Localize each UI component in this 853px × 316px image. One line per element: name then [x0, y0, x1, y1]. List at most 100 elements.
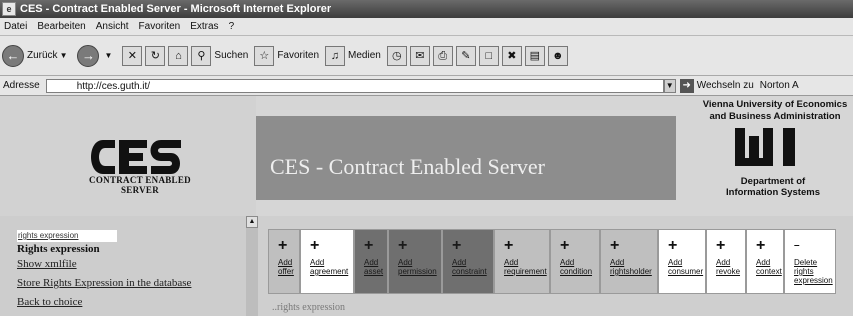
- forward-dropdown-icon[interactable]: ▼: [104, 51, 112, 60]
- forward-button[interactable]: → ▼: [77, 44, 116, 67]
- menu-view[interactable]: Ansicht: [96, 18, 129, 35]
- edit-icon[interactable]: ✎: [455, 45, 476, 66]
- forward-arrow-icon: →: [77, 44, 100, 67]
- ie-app-icon: e: [2, 2, 16, 16]
- plus-icon: +: [610, 237, 620, 254]
- add-offer-button[interactable]: + Add offer: [268, 229, 300, 294]
- back-arrow-icon: ←: [2, 44, 24, 67]
- menu-help[interactable]: ?: [229, 18, 235, 35]
- window-title: CES - Contract Enabled Server - Microsof…: [20, 3, 332, 15]
- logo-line1: CONTRACT ENABLED: [89, 175, 191, 185]
- logo-line2: SERVER: [121, 185, 159, 195]
- minus-icon: –: [794, 240, 800, 251]
- show-xmlfile-link[interactable]: Show xmlfile: [17, 258, 77, 270]
- action-label: Add: [310, 258, 325, 267]
- search-button[interactable]: ⚲ Suchen: [191, 45, 248, 66]
- menu-favorites[interactable]: Favoriten: [139, 18, 181, 35]
- media-label: Medien: [348, 50, 381, 61]
- action-label: Delete: [794, 258, 818, 267]
- plus-icon: +: [452, 237, 462, 254]
- go-arrow-icon[interactable]: ➜: [679, 78, 694, 93]
- menu-file[interactable]: Datei: [4, 18, 27, 35]
- add-context-button[interactable]: + Add context: [746, 229, 784, 294]
- action-label: Add: [610, 258, 625, 267]
- add-constraint-button[interactable]: + Add constraint: [442, 229, 494, 294]
- action-label: Add: [278, 258, 293, 267]
- stop-circle-icon[interactable]: ✖: [501, 45, 522, 66]
- university-name-line1: Vienna University of Economics: [702, 99, 848, 110]
- plus-icon: +: [398, 237, 408, 254]
- add-agreement-button[interactable]: + Add agreement: [300, 229, 354, 294]
- address-label: Adresse: [3, 80, 40, 91]
- action-label: agreement: [310, 267, 349, 276]
- content-partial-text: ..rights expression: [272, 302, 346, 313]
- toolbar: ← Zurück ▼ → ▼ ✕ ↻ ⌂ ⚲ Suchen ☆ Favorite…: [0, 36, 853, 76]
- action-label: Add: [668, 258, 683, 267]
- department-name: Department of Information Systems: [708, 176, 838, 198]
- menu-edit[interactable]: Bearbeiten: [37, 18, 85, 35]
- action-label: consumer: [668, 267, 704, 276]
- action-label: Add: [364, 258, 379, 267]
- folder-icon[interactable]: □: [478, 45, 499, 66]
- action-label: offer: [278, 267, 294, 276]
- back-label: Zurück: [27, 50, 58, 61]
- action-label: Add: [504, 258, 519, 267]
- plus-icon: +: [756, 237, 766, 254]
- refresh-icon[interactable]: ↻: [145, 45, 166, 66]
- action-label: permission: [398, 267, 437, 276]
- action-label: Add: [398, 258, 413, 267]
- back-dropdown-icon[interactable]: ▼: [60, 51, 68, 60]
- print-icon[interactable]: ⎙: [432, 45, 453, 66]
- add-requirement-button[interactable]: + Add requirement: [494, 229, 550, 294]
- favorites-button[interactable]: ☆ Favoriten: [254, 45, 320, 66]
- media-button[interactable]: ♫ Medien: [325, 45, 381, 66]
- plus-icon: +: [716, 237, 726, 254]
- mail-icon[interactable]: ✉: [409, 45, 430, 66]
- store-rights-expression-link[interactable]: Store Rights Expression in the database: [17, 277, 191, 289]
- home-icon[interactable]: ⌂: [168, 45, 189, 66]
- add-rightsholder-button[interactable]: + Add rightsholder: [600, 229, 658, 294]
- add-condition-button[interactable]: + Add condition: [550, 229, 600, 294]
- links-label[interactable]: Norton A: [760, 80, 799, 91]
- address-input[interactable]: http://ces.guth.it/: [45, 78, 664, 93]
- add-permission-button[interactable]: + Add permission: [388, 229, 442, 294]
- history-icon[interactable]: ◷: [386, 45, 407, 66]
- action-label: context: [756, 267, 782, 276]
- plus-icon: +: [364, 237, 374, 254]
- add-asset-button[interactable]: + Add asset: [354, 229, 388, 294]
- address-bar: Adresse http://ces.guth.it/ ▼ ➜ Wechseln…: [0, 76, 853, 96]
- add-revoke-button[interactable]: + Add revoke: [706, 229, 746, 294]
- add-consumer-button[interactable]: + Add consumer: [658, 229, 706, 294]
- delete-rights-expression-button[interactable]: – Delete rights expression: [784, 229, 836, 294]
- university-name-line2: and Business Administration: [709, 111, 841, 122]
- plus-icon: +: [668, 237, 678, 254]
- favorites-label: Favoriten: [277, 50, 320, 61]
- menu-tools[interactable]: Extras: [190, 18, 218, 35]
- logo-text: CONTRACT ENABLED SERVER: [79, 175, 201, 195]
- address-url: http://ces.guth.it/: [76, 80, 151, 92]
- back-to-choice-link[interactable]: Back to choice: [17, 296, 82, 308]
- ces-logo-area: CONTRACT ENABLED SERVER: [0, 96, 256, 216]
- department-line1: Department of: [740, 176, 806, 187]
- back-button[interactable]: ← Zurück ▼: [2, 44, 71, 67]
- action-label: asset: [364, 267, 384, 276]
- sidebar-scrollbar[interactable]: ▲: [246, 216, 258, 316]
- messenger-icon[interactable]: ☻: [547, 45, 568, 66]
- action-label: expression: [794, 276, 833, 285]
- rights-expression-field[interactable]: rights expression: [17, 230, 117, 242]
- plus-icon: +: [278, 237, 288, 254]
- address-dropdown-icon[interactable]: ▼: [663, 78, 676, 93]
- plus-icon: +: [310, 237, 320, 254]
- stop-icon[interactable]: ✕: [122, 45, 143, 66]
- action-label: requirement: [504, 267, 547, 276]
- wu-logo-icon: [735, 128, 795, 166]
- department-line2: Information Systems: [726, 187, 820, 198]
- plus-icon: +: [560, 237, 570, 254]
- notepad-icon[interactable]: ▤: [524, 45, 545, 66]
- scroll-up-icon[interactable]: ▲: [246, 216, 258, 228]
- action-label: condition: [560, 267, 593, 276]
- window-titlebar: e CES - Contract Enabled Server - Micros…: [0, 0, 853, 18]
- go-button[interactable]: Wechseln zu: [697, 80, 754, 91]
- action-label: Add: [560, 258, 575, 267]
- action-label: Add: [716, 258, 731, 267]
